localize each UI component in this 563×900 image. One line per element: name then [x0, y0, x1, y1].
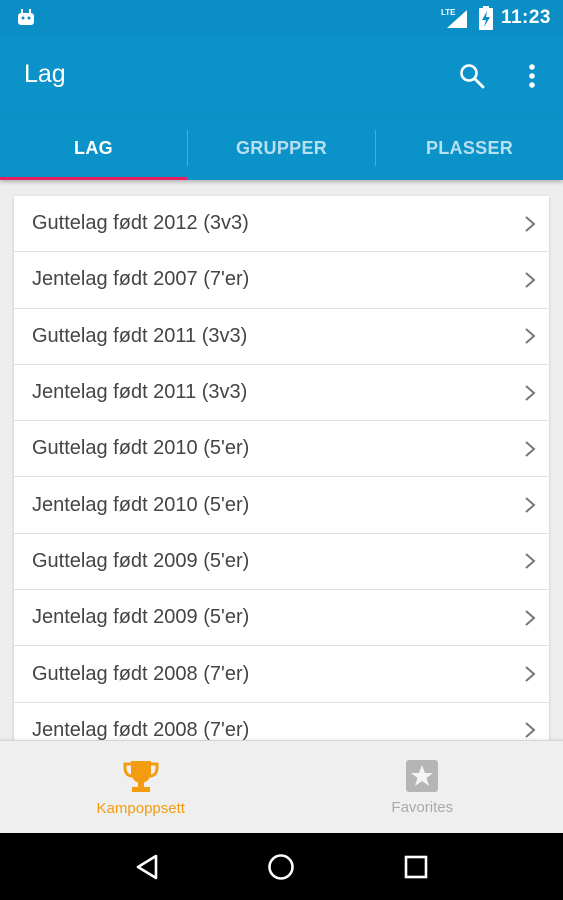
team-list: Guttelag født 2012 (3v3) Jentelag født 2… — [14, 196, 549, 740]
star-icon — [406, 759, 439, 792]
overflow-menu-button[interactable] — [512, 56, 552, 96]
list-item-label: Guttelag født 2011 (3v3) — [32, 324, 248, 347]
nav-kampoppsett[interactable]: Kampoppsett — [0, 741, 282, 833]
nav-favorites[interactable]: Favorites — [282, 741, 563, 833]
clock: 11:23 — [500, 7, 551, 28]
list-item[interactable]: Jentelag født 2008 (7'er) — [14, 703, 549, 740]
nav-label: Kampoppsett — [96, 799, 185, 817]
list-item[interactable]: Jentelag født 2007 (7'er) — [14, 252, 549, 309]
chevron-right-icon — [525, 384, 536, 401]
chevron-right-icon — [525, 328, 536, 344]
back-button[interactable] — [127, 847, 167, 887]
list-item-label: Jentelag født 2008 (7'er) — [32, 718, 250, 740]
list-item-label: Guttelag født 2008 (7'er) — [32, 662, 250, 685]
nav-label: Favorites — [391, 798, 454, 816]
chevron-right-icon — [525, 497, 536, 513]
recents-button[interactable] — [396, 847, 436, 887]
list-item-label: Guttelag født 2012 (3v3) — [32, 212, 249, 235]
list-item[interactable]: Guttelag født 2008 (7'er) — [14, 646, 549, 703]
list-item-label: Jentelag født 2007 (7'er) — [32, 268, 250, 291]
signal-lte-icon: LTE — [441, 8, 467, 28]
page-title: Lag — [24, 60, 66, 88]
list-item[interactable]: Jentelag født 2010 (5'er) — [14, 477, 549, 534]
list-item[interactable]: Jentelag født 2009 (5'er) — [14, 590, 549, 647]
bottom-navigation: Kampoppsett Favorites — [0, 740, 563, 833]
tab-grupper[interactable]: GRUPPER — [188, 116, 375, 180]
chevron-right-icon — [525, 666, 536, 682]
home-circle-icon — [268, 853, 295, 880]
app-bar: Lag — [0, 36, 563, 116]
android-icon — [18, 9, 34, 25]
list-item[interactable]: Guttelag født 2011 (3v3) — [14, 309, 549, 365]
tab-plasser[interactable]: PLASSER — [376, 116, 563, 180]
status-bar: LTE 11:23 — [0, 0, 563, 36]
list-item[interactable]: Guttelag født 2012 (3v3) — [14, 196, 549, 253]
list-item-label: Guttelag født 2010 (5'er) — [32, 437, 250, 460]
chevron-right-icon — [525, 722, 536, 739]
back-triangle-icon — [136, 854, 158, 879]
search-button[interactable] — [452, 56, 492, 96]
home-button[interactable] — [261, 847, 301, 887]
system-navigation-bar — [0, 833, 563, 900]
trophy-icon — [123, 760, 159, 792]
battery-charging-icon — [478, 6, 493, 30]
tab-lag[interactable]: LAG — [0, 116, 187, 180]
recents-square-icon — [404, 855, 428, 878]
list-item[interactable]: Guttelag født 2009 (5'er) — [14, 534, 549, 591]
list-item-label: Jentelag født 2009 (5'er) — [32, 606, 250, 629]
chevron-right-icon — [525, 215, 536, 232]
more-vert-icon — [529, 64, 535, 88]
list-item-label: Jentelag født 2010 (5'er) — [32, 493, 250, 516]
search-icon — [460, 64, 485, 89]
svg-text:LTE: LTE — [441, 8, 456, 17]
list-item[interactable]: Jentelag født 2011 (3v3) — [14, 365, 549, 422]
list-item-label: Jentelag født 2011 (3v3) — [32, 381, 248, 404]
chevron-right-icon — [525, 553, 536, 570]
chevron-right-icon — [525, 609, 536, 626]
list-item[interactable]: Guttelag født 2010 (5'er) — [14, 421, 549, 478]
chevron-right-icon — [525, 272, 536, 288]
list-item-label: Guttelag født 2009 (5'er) — [32, 549, 250, 572]
chevron-right-icon — [525, 441, 536, 457]
tab-bar: LAG GRUPPER PLASSER — [0, 116, 563, 180]
